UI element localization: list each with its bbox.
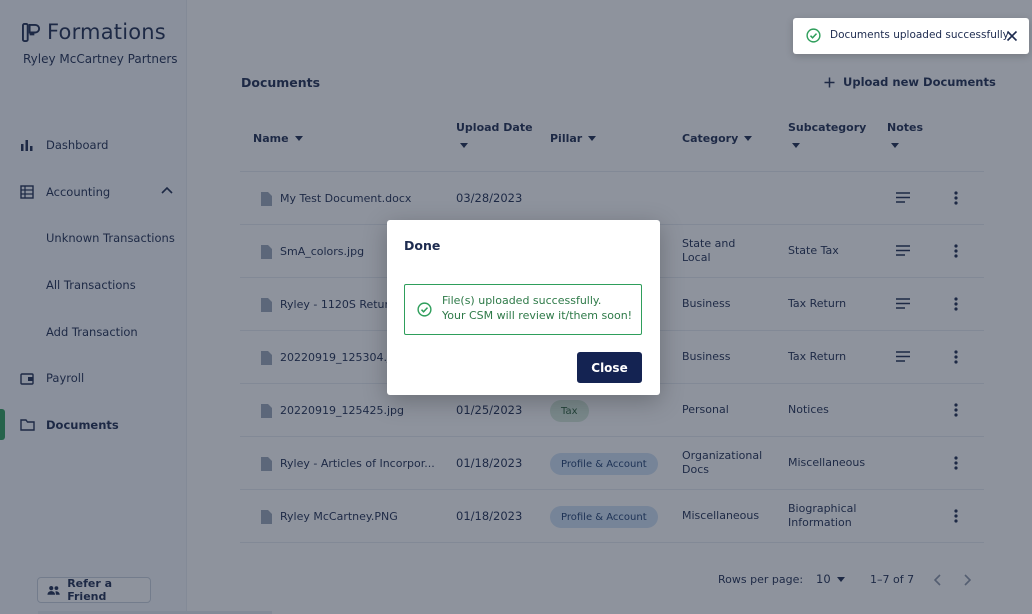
toast-notification: Documents uploaded successfully	[793, 18, 1029, 54]
success-message: File(s) uploaded successfully. Your CSM …	[404, 284, 642, 335]
close-icon[interactable]	[1006, 30, 1018, 42]
success-text: File(s) uploaded successfully. Your CSM …	[442, 294, 632, 323]
success-line-2: Your CSM will review it/them soon!	[442, 308, 633, 322]
check-circle-icon	[417, 302, 432, 317]
success-line-1: File(s) uploaded successfully.	[442, 294, 602, 307]
toast-message: Documents uploaded successfully	[830, 29, 1009, 41]
check-circle-icon	[806, 28, 821, 43]
dialog-title: Done	[404, 238, 441, 253]
upload-done-dialog: Done File(s) uploaded successfully. Your…	[387, 220, 660, 395]
close-button[interactable]: Close	[577, 352, 642, 383]
